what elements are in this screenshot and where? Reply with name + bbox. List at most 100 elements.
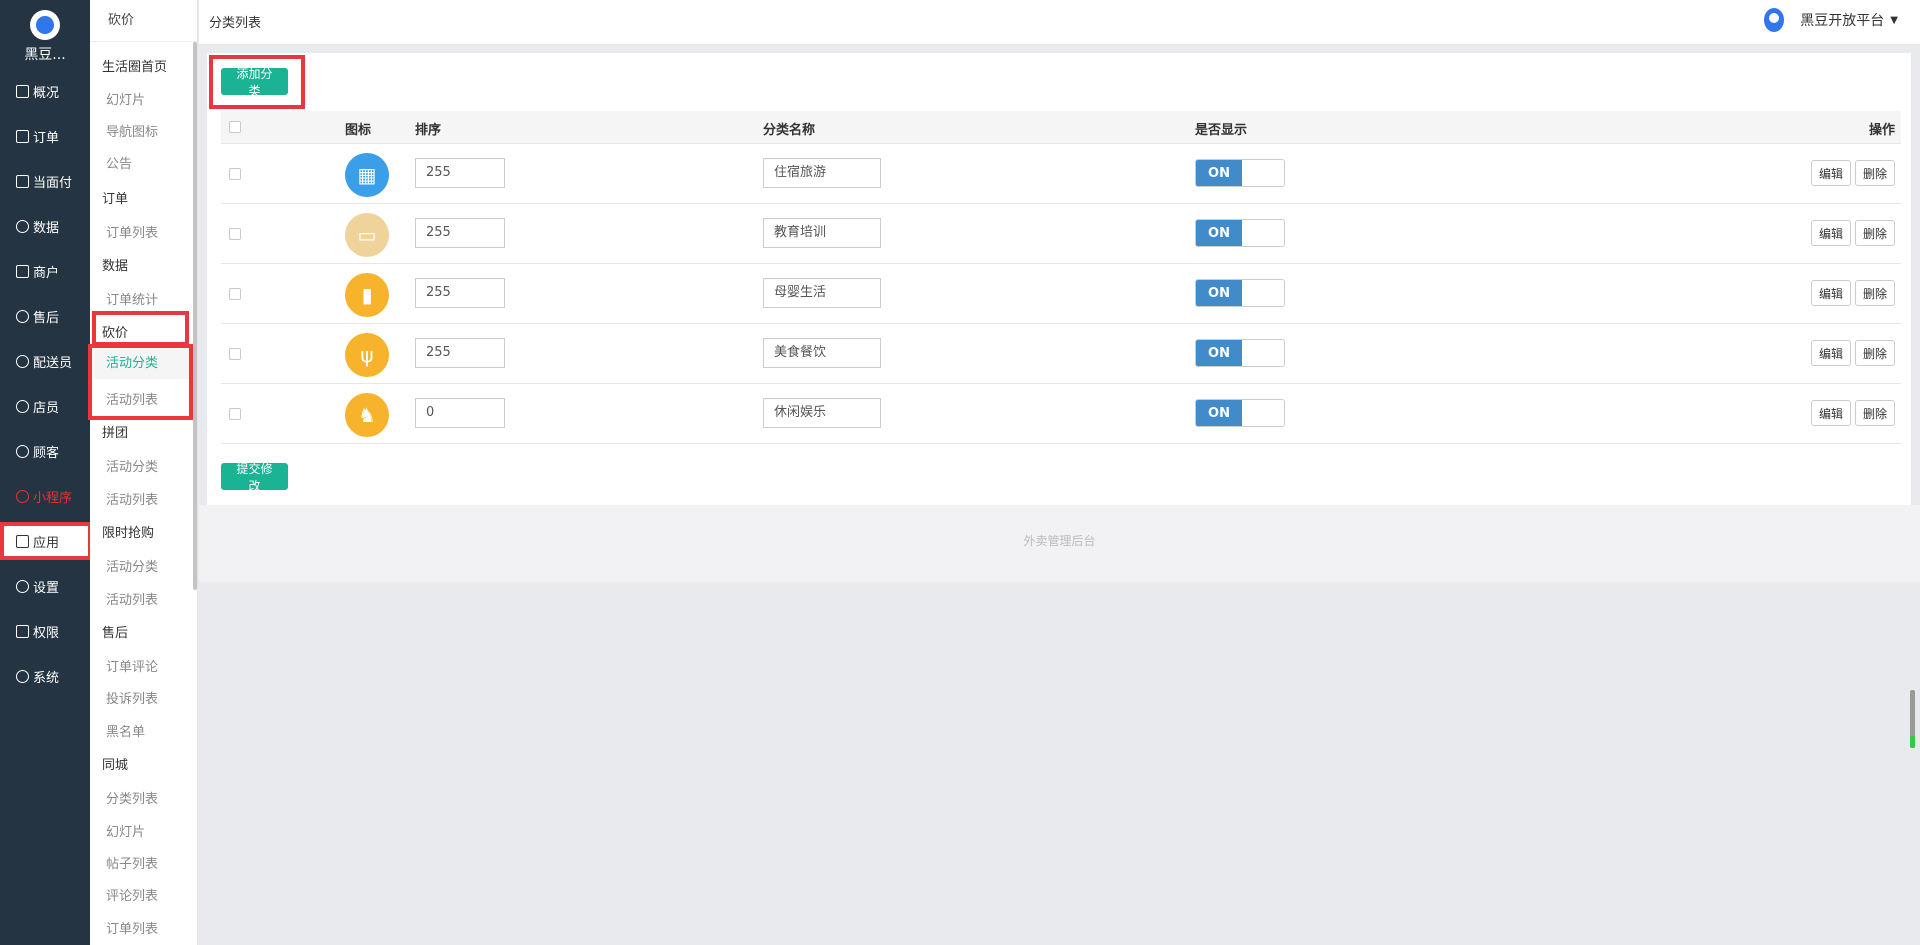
sidebar-item-miniprogram[interactable]: 小程序 [16, 486, 72, 506]
sidebar-item-apps[interactable]: 应用 [0, 522, 92, 560]
building-icon: ▦ [345, 153, 389, 197]
sort-input[interactable]: 255 [415, 158, 505, 188]
miniprogram-icon [16, 489, 29, 503]
name-input[interactable]: 住宿旅游 [763, 158, 881, 188]
subnav-item[interactable]: 幻灯片 [106, 821, 145, 840]
service-icon [16, 309, 29, 323]
sidebar-item-clerks[interactable]: 店员 [16, 396, 59, 416]
show-toggle[interactable]: ON [1195, 159, 1285, 187]
subnav-group: 订单 [102, 192, 129, 207]
store-icon [16, 264, 29, 278]
edit-button[interactable]: 编辑 [1810, 340, 1851, 366]
subnav-item[interactable]: 订单列表 [106, 222, 158, 241]
select-all-checkbox[interactable] [229, 121, 241, 133]
subnav-group: 生活圈首页 [102, 60, 168, 75]
column-header-name: 分类名称 [763, 123, 816, 138]
top-header: 分类列表 黑豆开放平台 ▼ [199, 0, 1920, 45]
name-input[interactable]: 休闲娱乐 [763, 398, 881, 428]
subnav-item[interactable]: 帖子列表 [106, 853, 158, 872]
subnav-item[interactable]: 公告 [106, 153, 132, 172]
subnav-group: 数据 [102, 259, 129, 274]
edit-button[interactable]: 编辑 [1810, 160, 1851, 186]
show-toggle[interactable]: ON [1195, 279, 1285, 307]
subnav-item[interactable]: 订单统计 [106, 289, 158, 308]
sidebar-item-permissions[interactable]: 权限 [16, 621, 59, 641]
footer-text: 外卖管理后台 [1023, 534, 1096, 548]
subnav-item[interactable]: 投诉列表 [106, 688, 158, 707]
row-checkbox[interactable] [229, 348, 241, 360]
row-checkbox[interactable] [229, 288, 241, 300]
sidebar-item-merchants[interactable]: 商户 [16, 261, 59, 281]
subnav-title: 砍价 [90, 0, 197, 42]
customer-icon [16, 444, 29, 458]
sidebar-item-overview[interactable]: 概况 [16, 81, 59, 101]
sidebar-item-system[interactable]: 系统 [16, 666, 59, 686]
subnav-item[interactable]: 活动分类 [106, 556, 158, 575]
show-toggle[interactable]: ON [1195, 339, 1285, 367]
subnav-item[interactable]: 分类列表 [106, 788, 158, 807]
delete-button[interactable]: 删除 [1854, 220, 1895, 246]
table-row: ψ 255 美食餐饮 ON 编辑 删除 [221, 324, 1901, 384]
subnav-group: 拼团 [102, 426, 129, 441]
sort-input[interactable]: 255 [415, 338, 505, 368]
subnav-item[interactable]: 导航图标 [106, 121, 158, 140]
subnav-item[interactable]: 幻灯片 [106, 89, 145, 108]
name-input[interactable]: 母婴生活 [763, 278, 881, 308]
sidebar-item-couriers[interactable]: 配送员 [16, 351, 72, 371]
show-toggle[interactable]: ON [1195, 399, 1285, 427]
show-toggle[interactable]: ON [1195, 219, 1285, 247]
subnav-group: 售后 [102, 626, 129, 641]
subnav-item[interactable]: 活动列表 [106, 489, 158, 508]
subnav-item[interactable]: 活动分类 [106, 456, 158, 475]
logo[interactable]: 黑豆... [0, 10, 90, 64]
column-header-icon: 图标 [345, 123, 372, 138]
subnav-item[interactable]: 订单评论 [106, 656, 158, 675]
delete-button[interactable]: 删除 [1854, 280, 1895, 306]
edit-button[interactable]: 编辑 [1810, 280, 1851, 306]
sort-input[interactable]: 255 [415, 278, 505, 308]
sidebar-item-settings[interactable]: 设置 [16, 576, 59, 596]
platform-menu[interactable]: 黑豆开放平台 ▼ [1764, 8, 1898, 32]
table-row: ▦ 255 住宿旅游 ON 编辑 删除 [221, 144, 1901, 204]
name-input[interactable]: 教育培训 [763, 218, 881, 248]
table-row: ▭ 255 教育培训 ON 编辑 删除 [221, 204, 1901, 264]
logo-icon [30, 10, 60, 40]
dashboard-icon [16, 84, 29, 98]
category-panel: 添加分类 图标 排序 分类名称 是否显示 操作 ▦ 255 住宿旅游 ON 编辑… [207, 53, 1911, 505]
delete-button[interactable]: 删除 [1854, 400, 1895, 426]
subnav-scrollbar[interactable] [193, 42, 197, 590]
submit-changes-button[interactable]: 提交修改 [221, 462, 288, 493]
row-checkbox[interactable] [229, 408, 241, 420]
delete-button[interactable]: 删除 [1854, 340, 1895, 366]
delete-button[interactable]: 删除 [1854, 160, 1895, 186]
highlight-box [92, 311, 189, 346]
apps-icon [16, 534, 29, 548]
table-header: 图标 排序 分类名称 是否显示 操作 [221, 111, 1901, 144]
subnav-item[interactable]: 订单列表 [106, 918, 158, 937]
subnav-group: 限时抢购 [102, 526, 155, 541]
rocking-horse-icon: ♞ [345, 393, 389, 437]
sort-input[interactable]: 0 [415, 398, 505, 428]
sort-input[interactable]: 255 [415, 218, 505, 248]
person-icon [16, 399, 29, 413]
fork-knife-icon: ψ [345, 333, 389, 377]
edit-button[interactable]: 编辑 [1810, 220, 1851, 246]
row-checkbox[interactable] [229, 228, 241, 240]
user-icon [16, 354, 29, 368]
edit-button[interactable]: 编辑 [1810, 400, 1851, 426]
sidebar-item-aftersale[interactable]: 售后 [16, 306, 59, 326]
sidebar-item-customers[interactable]: 顾客 [16, 441, 59, 461]
table-row: ▮ 255 母婴生活 ON 编辑 删除 [221, 264, 1901, 324]
book-icon: ▭ [345, 213, 389, 257]
page-scrollbar[interactable] [1910, 690, 1915, 748]
name-input[interactable]: 美食餐饮 [763, 338, 881, 368]
subnav-item[interactable]: 评论列表 [106, 885, 158, 904]
subnav-item[interactable]: 活动列表 [106, 589, 158, 608]
caret-down-icon: ▼ [1890, 14, 1898, 26]
sidebar-item-face-pay[interactable]: 当面付 [16, 171, 72, 191]
row-checkbox[interactable] [229, 168, 241, 180]
gear-icon [16, 579, 29, 593]
sidebar-item-data[interactable]: 数据 [16, 216, 59, 236]
sidebar-item-orders[interactable]: 订单 [16, 126, 59, 146]
subnav-item[interactable]: 黑名单 [106, 721, 145, 740]
